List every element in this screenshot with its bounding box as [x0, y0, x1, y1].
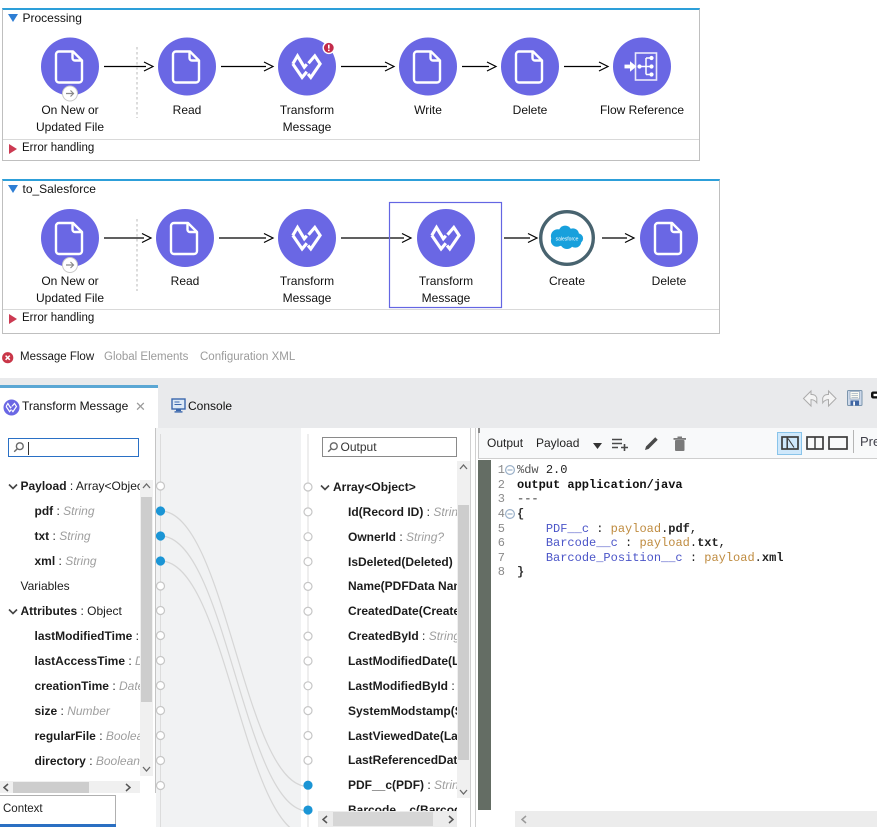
svg-text:salesforce: salesforce — [556, 237, 579, 243]
